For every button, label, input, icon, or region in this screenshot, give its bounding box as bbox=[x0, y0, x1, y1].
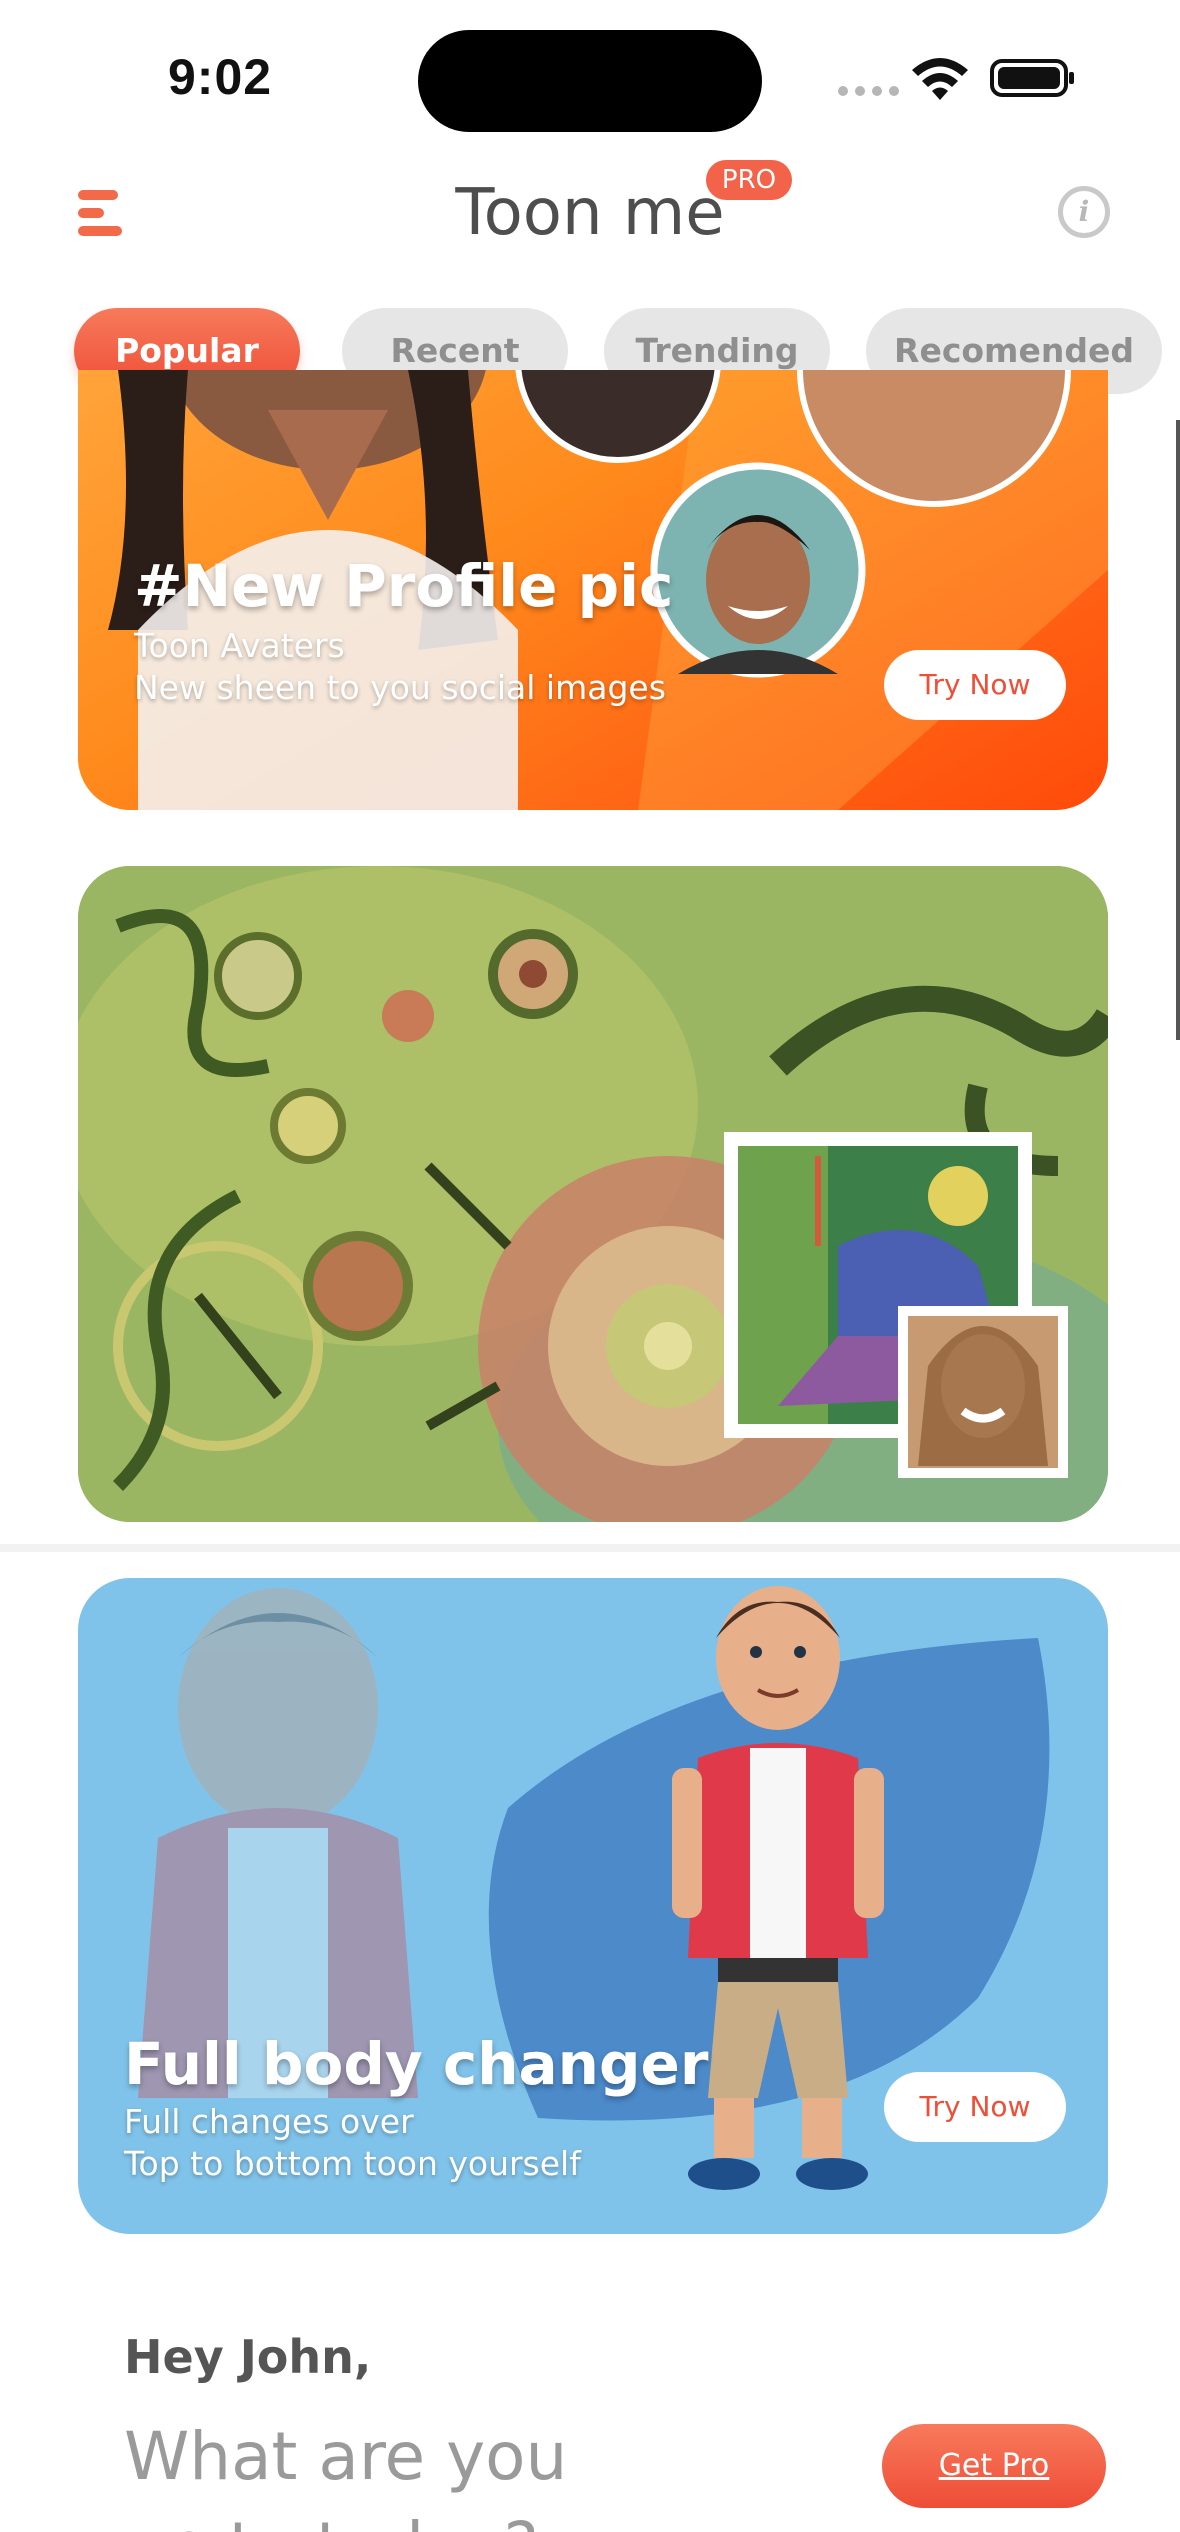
full-body-card[interactable]: Full body changer Full changes over Top … bbox=[78, 1578, 1108, 2234]
abstract-painting-art bbox=[78, 866, 1108, 1522]
get-pro-button[interactable]: Get Pro bbox=[882, 2424, 1106, 2508]
try-now-button[interactable]: Try Now bbox=[884, 2072, 1066, 2142]
art-style-card[interactable] bbox=[78, 866, 1108, 1522]
wifi-icon bbox=[912, 58, 968, 100]
card-title: Full body changer bbox=[124, 2030, 709, 2098]
prompt-line-1: What are you bbox=[124, 2418, 568, 2495]
dynamic-island bbox=[418, 30, 762, 132]
profile-pic-card[interactable]: #New Profile pic Toon Avaters New sheen … bbox=[78, 370, 1108, 810]
section-divider bbox=[0, 1544, 1180, 1552]
card-title: #New Profile pic bbox=[134, 552, 674, 620]
prompt-question: What are you up to today? bbox=[124, 2412, 567, 2532]
battery-icon bbox=[990, 59, 1074, 97]
info-icon[interactable]: i bbox=[1058, 186, 1110, 238]
prompt-line-2: up to today? bbox=[124, 2502, 567, 2532]
pro-badge: PRO bbox=[706, 160, 792, 200]
scroll-indicator bbox=[1176, 420, 1180, 1040]
try-now-button[interactable]: Try Now bbox=[884, 650, 1066, 720]
card-description: New sheen to you social images bbox=[134, 668, 666, 707]
card-description: Top to bottom toon yourself bbox=[124, 2144, 581, 2183]
app-title: Toon me bbox=[455, 176, 725, 250]
greeting-text: Hey John, bbox=[124, 2330, 372, 2384]
card-subtitle: Full changes over bbox=[124, 2102, 414, 2141]
card-subtitle: Toon Avaters bbox=[134, 626, 345, 665]
status-time: 9:02 bbox=[168, 49, 273, 105]
cellular-signal-icon bbox=[838, 86, 899, 96]
app-screen: 9:02 Toon me PRO i Popular Recent Trendi… bbox=[0, 0, 1180, 2532]
